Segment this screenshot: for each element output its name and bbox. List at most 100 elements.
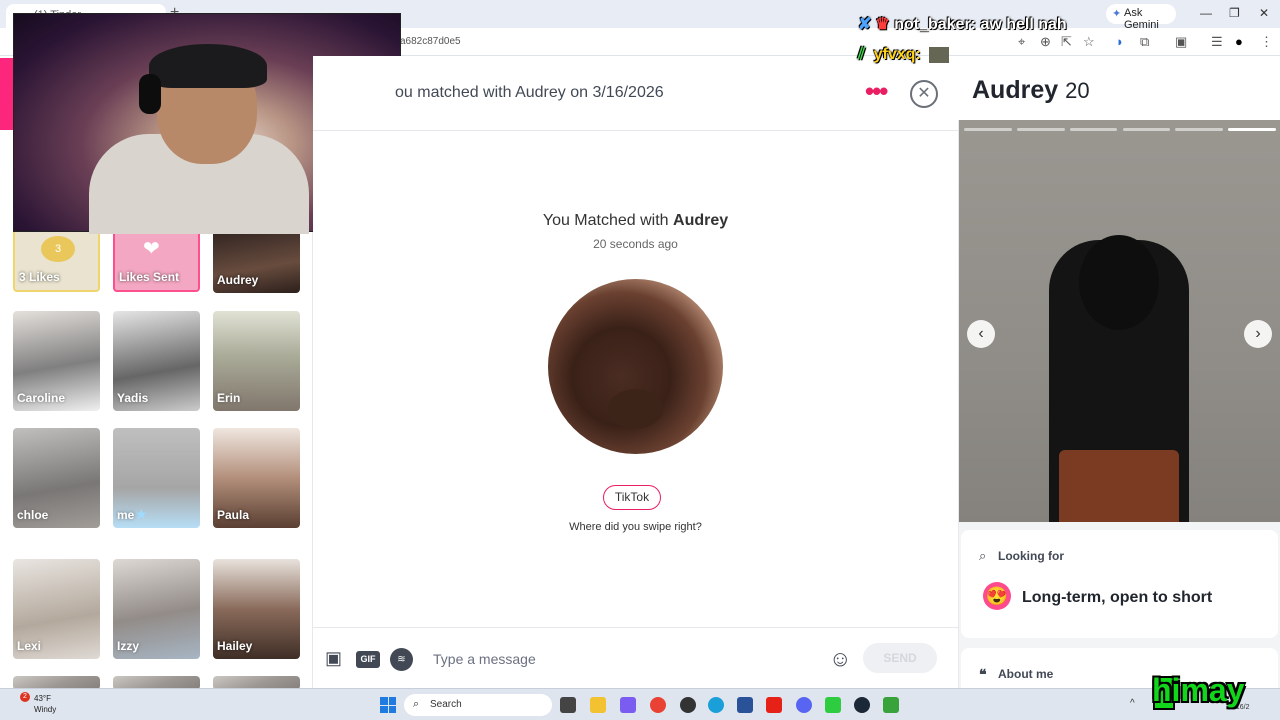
match-tile-izzy[interactable]: Izzy (113, 559, 200, 659)
more-options-icon[interactable]: ••• (865, 76, 888, 107)
tiktok-option-button[interactable]: TikTok (603, 485, 661, 510)
photo-progress-bar[interactable] (1069, 128, 1118, 131)
match-tile-lexi[interactable]: Lexi (13, 559, 100, 659)
chat-header: ou matched with Audrey on 3/16/2026 ••• … (313, 56, 958, 131)
location-icon[interactable]: ⌖ (1018, 34, 1025, 50)
looking-for-value: Long-term, open to short (1022, 589, 1213, 606)
reading-list-icon[interactable]: ☰ (1211, 34, 1223, 50)
about-me-label: About me (998, 667, 1054, 681)
stream-chat-message: ⫽ yfvxq: (858, 46, 950, 64)
photo-progress-bar[interactable] (1175, 128, 1224, 131)
minecraft-icon[interactable] (883, 697, 899, 713)
weather-temperature[interactable]: 43°F (34, 694, 51, 703)
photo-pants (1059, 450, 1179, 522)
obs-icon[interactable] (680, 697, 696, 713)
match-tile-yadis[interactable]: Yadis (113, 311, 200, 411)
file-explorer-icon[interactable] (590, 697, 606, 713)
minimize-icon[interactable]: — (1200, 6, 1212, 20)
stream-chat-message: ✘ ♛ not_baker: aw hell nah (858, 14, 1067, 34)
heart-eyes-icon: 😍 (983, 582, 1011, 610)
gif-button[interactable]: GIF (356, 651, 380, 668)
windows-taskbar: 2 43°F Windy ⌕ Search ^ 3/16/2 (0, 688, 1280, 720)
store-icon[interactable] (737, 697, 753, 713)
photo-progress-bar[interactable] (1016, 128, 1065, 131)
tile-label: me (117, 508, 135, 522)
tile-label: Lexi (17, 639, 42, 653)
tile-label: Izzy (117, 639, 140, 653)
search-icon: ⌕ (413, 698, 420, 710)
window-close-icon[interactable]: ✕ (1259, 6, 1269, 20)
discord-icon[interactable] (796, 697, 812, 713)
browser-menu-icon[interactable]: ⋮ (1260, 34, 1273, 50)
tray-chevron-icon[interactable]: ^ (1130, 698, 1135, 709)
match-tile-paula[interactable]: Paula (213, 428, 300, 528)
task-view-icon[interactable] (560, 697, 576, 713)
quote-icon: ❝ (979, 666, 987, 682)
match-date-text: ou matched with Audrey on 3/16/2026 (395, 84, 664, 101)
search-icon: ⌕ (979, 548, 987, 563)
zoom-icon[interactable]: ⊕ (1040, 34, 1051, 50)
windows-start-icon[interactable] (380, 697, 396, 713)
photo-progress-bar[interactable] (1228, 128, 1276, 131)
match-tile-hailey[interactable]: Hailey (213, 559, 300, 659)
steam-icon[interactable] (854, 697, 870, 713)
chat-username: not_baker: (894, 16, 976, 33)
tile-label: Hailey (217, 639, 253, 653)
sword-badge-icon: ⫽ (858, 46, 866, 63)
match-tile-chloe[interactable]: chloe (13, 428, 100, 528)
likes-tile[interactable]: 3 3 Likes (13, 228, 100, 292)
edge-icon[interactable] (708, 697, 724, 713)
match-avatar[interactable] (548, 279, 723, 454)
tile-label: chloe (17, 508, 49, 522)
ask-gemini-button[interactable]: ✦ Ask Gemini (1106, 4, 1176, 31)
profile-avatar-icon[interactable]: ● (1235, 34, 1243, 49)
extension-audio-icon[interactable]: ◗ (1116, 34, 1124, 49)
maximize-icon[interactable]: ❐ (1229, 6, 1240, 20)
send-button[interactable]: SEND (863, 643, 937, 673)
previous-photo-button[interactable]: ‹ (967, 320, 995, 348)
tinder-brand-strip (0, 58, 14, 130)
matched-name: Audrey (673, 212, 729, 229)
photo-progress-bar[interactable] (964, 128, 1012, 131)
side-panel-icon[interactable]: ▣ (1175, 34, 1187, 50)
chrome-icon[interactable] (650, 697, 666, 713)
tile-label: 3 Likes (19, 270, 60, 284)
match-tile-erin[interactable]: Erin (213, 311, 300, 411)
contact-card-icon[interactable]: ▣ (325, 648, 342, 669)
tile-label: Caroline (17, 391, 66, 405)
match-tile-caroline[interactable]: Caroline (13, 311, 100, 411)
photo-progress-bar[interactable] (1122, 128, 1171, 131)
close-chat-button[interactable]: ✕ (910, 80, 938, 108)
match-tile-audrey[interactable]: Audrey (213, 228, 300, 293)
youtube-icon[interactable] (766, 697, 782, 713)
webcam-headset (139, 74, 161, 114)
message-composer: ▣ GIF ≋ ☺ SEND (313, 627, 958, 688)
profile-header: Audrey 20 (958, 56, 1280, 120)
looking-for-card: ⌕ Looking for 😍 Long-term, open to short (961, 530, 1278, 638)
tile-label: Likes Sent (119, 270, 180, 284)
taskbar-search[interactable]: ⌕ Search (404, 694, 552, 716)
weather-description[interactable]: Windy (34, 705, 56, 714)
install-icon[interactable]: ⇱ (1061, 34, 1072, 50)
tile-label: Audrey (217, 273, 259, 287)
matched-time: 20 seconds ago (593, 237, 678, 251)
weather-notification-badge: 2 (20, 692, 30, 702)
photo-hair (1079, 235, 1159, 330)
emoji-icon[interactable]: ☺ (829, 646, 851, 672)
profile-age: 20 (1065, 78, 1090, 103)
chat-username: yfvxq: (873, 46, 921, 63)
address-text[interactable]: a682c87d0e5 (400, 36, 461, 47)
extensions-puzzle-icon[interactable]: ⧉ (1140, 34, 1149, 50)
spotify-icon[interactable]: ≋ (390, 648, 413, 671)
tile-label: Paula (217, 508, 250, 522)
likes-sent-tile[interactable]: ❤ Likes Sent (113, 228, 200, 292)
kick-icon[interactable] (825, 697, 841, 713)
match-tile-me[interactable]: me ★ (113, 428, 200, 528)
next-photo-button[interactable]: › (1244, 320, 1272, 348)
bookmark-star-icon[interactable]: ☆ (1083, 34, 1095, 50)
profile-photo[interactable]: ‹ › (959, 120, 1280, 522)
message-input[interactable] (433, 644, 823, 674)
profile-name: Audrey (972, 76, 1059, 104)
copilot-icon[interactable] (620, 697, 636, 713)
matched-prefix: You Matched with (542, 212, 674, 229)
